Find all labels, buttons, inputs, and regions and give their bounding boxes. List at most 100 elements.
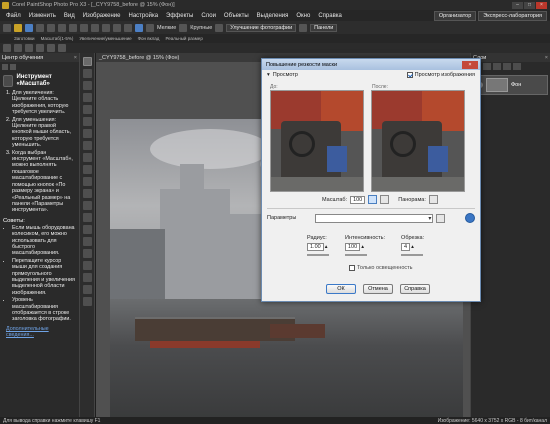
panels-dropdown[interactable]: Панели xyxy=(310,23,338,32)
menu-objects[interactable]: Объекты xyxy=(220,13,253,19)
text-tool-icon[interactable] xyxy=(82,261,92,270)
minimize-button[interactable]: – xyxy=(512,1,523,9)
selection-tool-icon[interactable] xyxy=(82,93,92,102)
chevron-down-icon[interactable]: ▾ xyxy=(267,72,270,78)
dialog-close-button[interactable]: × xyxy=(462,60,478,69)
strength-input[interactable]: 100 xyxy=(345,243,361,251)
straighten-tool-icon[interactable] xyxy=(82,129,92,138)
duplicate-layer-icon[interactable] xyxy=(483,63,491,70)
more-info-link[interactable]: Дополнительные сведения... xyxy=(0,324,79,340)
actual-size-icon[interactable] xyxy=(58,44,66,52)
large-thumbs-label[interactable]: Крупные xyxy=(190,25,212,31)
preview-toggle-label[interactable]: Просмотр xyxy=(273,72,298,78)
pan-icon[interactable] xyxy=(428,195,438,204)
pan-tool-icon[interactable] xyxy=(82,57,92,66)
reset-icon[interactable] xyxy=(465,213,475,223)
spinner-icon[interactable]: ▴ xyxy=(325,244,328,250)
mask-icon[interactable] xyxy=(493,63,501,70)
after-preview[interactable] xyxy=(371,90,465,192)
rotate-icon[interactable] xyxy=(102,23,110,32)
zoom-out-icon[interactable] xyxy=(380,195,390,204)
red-eye-tool-icon[interactable] xyxy=(82,141,92,150)
home-icon[interactable] xyxy=(10,64,16,70)
crop-tool-icon[interactable] xyxy=(82,117,92,126)
menu-layers[interactable]: Слои xyxy=(197,13,220,19)
warp-brush-icon[interactable] xyxy=(82,297,92,306)
pen-tool-icon[interactable] xyxy=(82,285,92,294)
paint-brush-icon[interactable] xyxy=(82,189,92,198)
large-thumbs-icon[interactable] xyxy=(179,23,188,32)
open-icon[interactable] xyxy=(14,23,22,32)
clipping-input[interactable]: 4 xyxy=(401,243,411,251)
close-icon[interactable]: × xyxy=(545,55,548,61)
save-preset-icon[interactable] xyxy=(436,213,446,223)
zoom-tool-icon[interactable] xyxy=(82,69,92,78)
clipping-slider[interactable] xyxy=(401,254,424,256)
ok-button[interactable]: ОК xyxy=(326,284,356,294)
shape-tool-icon[interactable] xyxy=(82,273,92,282)
close-button[interactable]: × xyxy=(536,1,547,9)
eraser-tool-icon[interactable] xyxy=(82,225,92,234)
menu-help[interactable]: Справка xyxy=(314,13,346,19)
dropper-tool-icon[interactable] xyxy=(82,105,92,114)
scratch-remover-icon[interactable] xyxy=(82,177,92,186)
lighten-darken-icon[interactable] xyxy=(82,213,92,222)
redo-icon[interactable] xyxy=(58,23,66,32)
resize-icon[interactable] xyxy=(124,23,132,32)
menu-adjust[interactable]: Настройка xyxy=(125,13,163,19)
radius-input[interactable]: 1.00 xyxy=(307,243,324,251)
radius-slider[interactable] xyxy=(307,254,329,256)
layer-row[interactable]: Фон xyxy=(473,75,548,95)
close-icon[interactable]: × xyxy=(74,55,77,61)
zoom-out-icon[interactable] xyxy=(36,44,44,52)
save-icon[interactable] xyxy=(25,23,33,32)
makeover-tool-icon[interactable] xyxy=(82,153,92,162)
zoom-in-icon[interactable] xyxy=(25,44,33,52)
express-lab-button[interactable]: Экспресс-лаборатория xyxy=(478,10,547,21)
undo-icon[interactable] xyxy=(47,23,55,32)
menu-selections[interactable]: Выделения xyxy=(253,13,293,19)
zoom-field-icon[interactable] xyxy=(14,44,22,52)
preview-image-checkbox[interactable] xyxy=(406,72,413,78)
cancel-button[interactable]: Отмена xyxy=(363,284,393,294)
maximize-button[interactable]: □ xyxy=(524,1,535,9)
zoom-input[interactable]: 100 xyxy=(350,195,366,204)
picture-tube-icon[interactable] xyxy=(82,237,92,246)
palettes-icon[interactable] xyxy=(299,23,308,32)
airbrush-icon[interactable] xyxy=(82,201,92,210)
new-icon[interactable] xyxy=(3,23,11,32)
fit-window-icon[interactable] xyxy=(47,44,55,52)
spinner-icon[interactable]: ▴ xyxy=(411,244,414,250)
back-icon[interactable] xyxy=(2,64,8,70)
help-icon[interactable] xyxy=(135,23,143,32)
dialog-titlebar[interactable]: Повышение резкости маски × xyxy=(262,59,480,70)
spinner-icon[interactable]: ▴ xyxy=(361,244,364,250)
menu-window[interactable]: Окно xyxy=(292,13,314,19)
paste-icon[interactable] xyxy=(91,23,99,32)
crop-icon[interactable] xyxy=(113,23,121,32)
zoom-in-icon[interactable] xyxy=(368,195,378,204)
enhance-photo-dropdown[interactable]: Улучшение фотографии xyxy=(226,23,297,32)
preset-picker-icon[interactable] xyxy=(3,44,11,52)
pick-tool-icon[interactable] xyxy=(82,81,92,90)
luminance-checkbox[interactable] xyxy=(349,265,355,271)
menu-image[interactable]: Изображение xyxy=(79,13,125,19)
print-icon[interactable] xyxy=(36,23,44,32)
copy-icon[interactable] xyxy=(80,23,88,32)
organizer-button[interactable]: Организатор xyxy=(433,10,477,21)
menu-edit[interactable]: Изменить xyxy=(25,13,60,19)
before-preview[interactable] xyxy=(270,90,364,192)
adjustment-layer-icon[interactable] xyxy=(503,63,511,70)
flood-fill-icon[interactable] xyxy=(82,249,92,258)
menu-effects[interactable]: Эффекты xyxy=(162,13,197,19)
presets-dropdown[interactable] xyxy=(315,213,434,223)
delete-layer-icon[interactable] xyxy=(513,63,521,70)
small-thumbs-label[interactable]: Мелкие xyxy=(157,25,176,31)
menu-view[interactable]: Вид xyxy=(60,13,79,19)
small-thumbs-icon[interactable] xyxy=(146,23,154,32)
enhance-icon[interactable] xyxy=(215,23,224,32)
strength-slider[interactable] xyxy=(345,254,367,256)
menu-file[interactable]: Файл xyxy=(2,13,25,19)
help-button[interactable]: Справка xyxy=(400,284,430,294)
clone-tool-icon[interactable] xyxy=(82,165,92,174)
